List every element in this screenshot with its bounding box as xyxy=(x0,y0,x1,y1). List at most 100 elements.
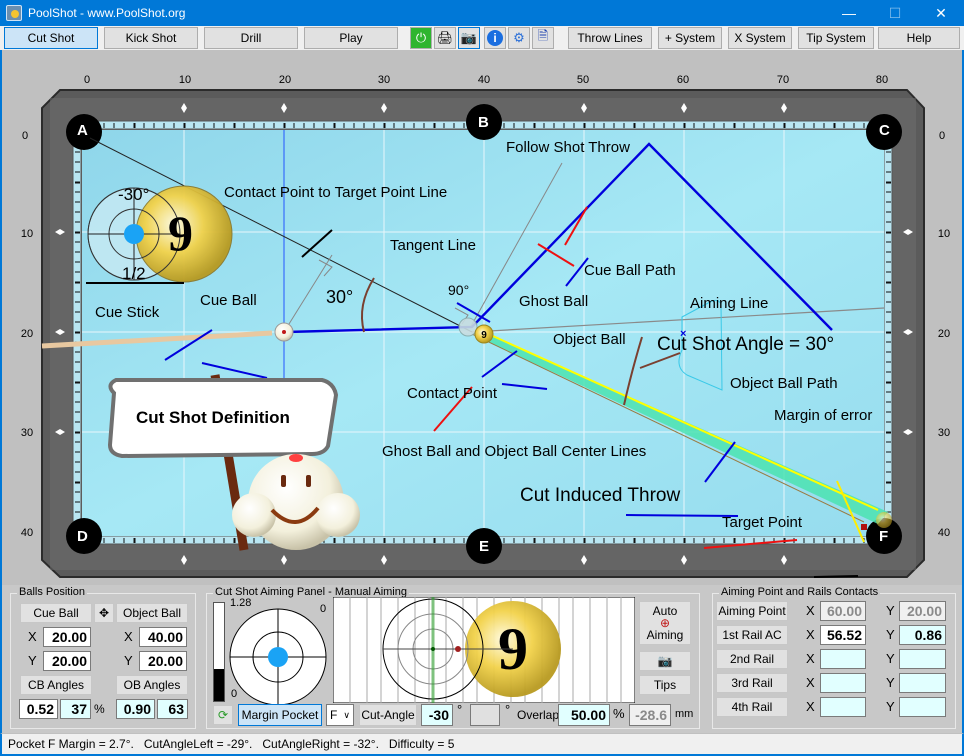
ruler-tick xyxy=(886,221,891,223)
help-button[interactable]: Help xyxy=(878,27,960,49)
settings-icon[interactable]: ⚙ xyxy=(508,27,530,49)
ruler-tick xyxy=(633,123,636,128)
rail-y-input[interactable] xyxy=(899,697,946,717)
x-system-button[interactable]: X System xyxy=(728,27,792,49)
kick-shot-button[interactable]: Kick Shot xyxy=(104,27,198,49)
ruler-tick xyxy=(693,123,695,128)
ruler-tick xyxy=(433,123,436,128)
rail-button[interactable]: Aiming Point xyxy=(716,601,788,621)
tip-system-button[interactable]: Tip System xyxy=(798,27,874,49)
cb-angle-percent[interactable]: 37 xyxy=(60,699,91,719)
speed-scale[interactable] xyxy=(213,602,225,702)
ruler-tick xyxy=(543,538,545,543)
ruler-tick xyxy=(143,538,145,543)
rail-button[interactable]: 3rd Rail xyxy=(716,673,788,693)
percent-label: % xyxy=(94,702,105,716)
object-ball-y-input[interactable]: 20.00 xyxy=(139,651,187,671)
ruler-tick xyxy=(833,123,836,128)
rail-x-input[interactable] xyxy=(820,697,866,717)
status-text: Pocket F Margin = 2.7°. CutAngleLeft = -… xyxy=(8,737,455,751)
throw-lines-button[interactable]: Throw Lines xyxy=(568,27,652,49)
info-icon[interactable]: i xyxy=(484,27,506,49)
ruler-tick xyxy=(75,301,80,303)
rail-button[interactable]: 4th Rail xyxy=(716,697,788,717)
cut-shot-button[interactable]: Cut Shot xyxy=(4,27,98,49)
margin-pocket-button[interactable]: Margin Pocket xyxy=(238,704,322,726)
ruler-tick xyxy=(333,538,336,543)
ruler-tick xyxy=(673,123,675,128)
tip-position-target[interactable] xyxy=(228,607,328,707)
mm-value: -28.6 xyxy=(629,704,671,726)
svg-text:9: 9 xyxy=(481,330,487,341)
ob-angle-value[interactable]: 0.90 xyxy=(116,699,155,719)
ruler-tick xyxy=(653,123,655,128)
rail-y-input[interactable] xyxy=(899,649,946,669)
close-button[interactable]: ✕ xyxy=(918,0,964,26)
drill-button[interactable]: Drill xyxy=(204,27,298,49)
ruler-tick xyxy=(433,538,436,543)
move-icon[interactable]: ✥ xyxy=(94,603,114,623)
auto-aiming-button[interactable]: Auto ⊕ Aiming xyxy=(639,601,691,645)
minimize-button[interactable]: — xyxy=(826,0,872,26)
rail-x-input[interactable]: 60.00 xyxy=(820,601,866,621)
ruler-tick xyxy=(393,123,395,128)
pocket-label-d: D xyxy=(77,528,88,545)
rail-y-label: Y xyxy=(886,675,895,690)
ruler-tick xyxy=(886,471,891,473)
cut-angle-input[interactable]: -30 xyxy=(421,704,453,726)
ob-angles-button[interactable]: OB Angles xyxy=(116,675,188,695)
ob-angle-percent[interactable]: 63 xyxy=(157,699,188,719)
ruler-tick xyxy=(423,123,425,128)
object-ball-button[interactable]: Object Ball xyxy=(116,603,188,623)
object-ball-x-input[interactable]: 40.00 xyxy=(139,627,187,647)
ruler-tick xyxy=(75,181,80,184)
refresh-icon[interactable]: ⟳ xyxy=(213,705,233,725)
ruler-tick xyxy=(886,181,891,184)
ruler-tick xyxy=(573,538,575,543)
ruler-tick xyxy=(823,123,825,128)
ruler-tick xyxy=(843,123,845,128)
overlap-input[interactable]: 50.00 xyxy=(558,704,610,726)
ruler-tick xyxy=(783,123,786,128)
rail-y-input[interactable]: 20.00 xyxy=(899,601,946,621)
rail-x-input[interactable]: 56.52 xyxy=(820,625,866,645)
play-button[interactable]: Play xyxy=(304,27,398,49)
cue-ball-x-input[interactable]: 20.00 xyxy=(43,627,91,647)
overlap-view[interactable]: 9 xyxy=(333,597,635,703)
rail-button[interactable]: 2nd Rail xyxy=(716,649,788,669)
table-view[interactable]: 0 10 20 30 40 50 60 70 80 0 10 20 30 40 … xyxy=(0,50,964,585)
ruler-tick xyxy=(553,123,555,128)
rail-y-input[interactable]: 0.86 xyxy=(899,625,946,645)
print-icon[interactable]: 🖨 xyxy=(434,27,456,49)
pocket-select[interactable]: F ∨ xyxy=(326,704,354,726)
ruler-tick xyxy=(213,538,215,543)
rail-x-input[interactable] xyxy=(820,673,866,693)
ruler-tick xyxy=(75,401,80,403)
ruler-tick xyxy=(403,538,405,543)
ruler-tick xyxy=(886,151,891,153)
plus-system-button[interactable]: + System xyxy=(658,27,722,49)
ruler-tick xyxy=(423,538,425,543)
rail-button[interactable]: 1st Rail AC xyxy=(716,625,788,645)
cb-angles-button[interactable]: CB Angles xyxy=(20,675,92,695)
rail-x-input[interactable] xyxy=(820,649,866,669)
cue-ball-y-input[interactable]: 20.00 xyxy=(43,651,91,671)
ruler-tick xyxy=(653,538,655,543)
pocket-label-f: F xyxy=(879,528,889,545)
help-doc-icon[interactable]: 🗎 xyxy=(532,27,554,49)
tips-button[interactable]: Tips xyxy=(639,675,691,695)
ruler-tick xyxy=(886,491,891,493)
camera-icon[interactable]: 📷 xyxy=(458,27,480,49)
label-tangent-line: Tangent Line xyxy=(390,237,476,254)
cb-angle-value[interactable]: 0.52 xyxy=(19,699,58,719)
secondary-angle-input[interactable] xyxy=(470,704,500,726)
control-panel: Balls Position Cue Ball ✥ Object Ball X … xyxy=(0,585,964,733)
power-icon[interactable]: ⏻ xyxy=(410,27,432,49)
rail-y-input[interactable] xyxy=(899,673,946,693)
maximize-button[interactable]: ☐ xyxy=(872,0,918,26)
snapshot-button[interactable]: 📷 xyxy=(639,651,691,671)
cut-angle-button[interactable]: Cut-Angle xyxy=(359,704,417,726)
cue-ball-button[interactable]: Cue Ball xyxy=(20,603,92,623)
rail-x-label: X xyxy=(806,603,815,618)
ruler-tick xyxy=(373,538,375,543)
